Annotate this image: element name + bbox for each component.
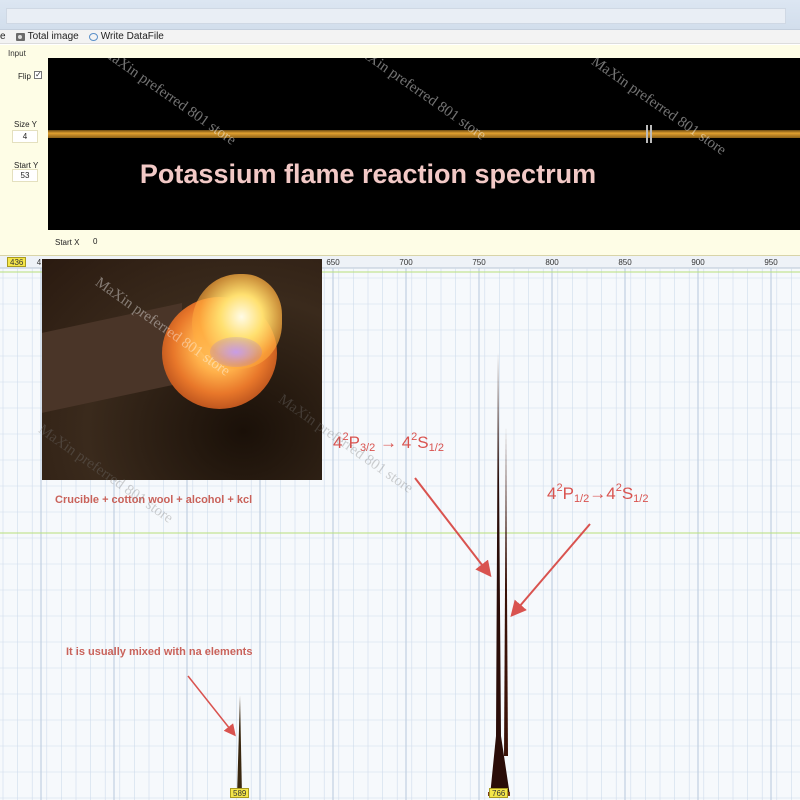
flame-photo: MaXin preferred 801 store [42, 259, 322, 480]
window-title-bar [0, 0, 800, 30]
start-x-label: Start X [55, 238, 80, 247]
write-datafile-label: Write DataFile [100, 31, 164, 42]
spectrum-plot[interactable]: 436 4 650 700 750 800 850 900 950 MaXin prefer… [0, 256, 800, 800]
tick-label: 900 [691, 258, 705, 267]
flip-label: Flip [18, 72, 31, 81]
app-window: e Total image Write DataFile Input Flip … [0, 0, 800, 800]
input-legend: Input [8, 49, 26, 58]
tick-label: 850 [618, 258, 632, 267]
page-title: Potassium flame reaction spectrum [139, 159, 597, 189]
na-note: It is usually mixed with na elements [66, 646, 253, 658]
write-icon [88, 32, 98, 41]
tick-label: 650 [326, 258, 340, 267]
transition-label-1: 42P3/2 → 42S1/2 [333, 431, 444, 454]
na-peak-tag: 589 [230, 788, 250, 798]
start-x-input[interactable]: 0 [93, 237, 97, 246]
potassium-violet-glow [210, 337, 262, 367]
toolbar-item-partial-label: e [0, 31, 6, 42]
camera-icon [15, 32, 25, 41]
sensor-spectrum-line [48, 130, 800, 138]
start-y-input[interactable]: 53 [12, 169, 38, 182]
toolbar-item-partial[interactable]: e [0, 31, 6, 42]
size-y-label: Size Y [14, 120, 37, 129]
photo-caption: Crucible + cotton wool + alcohol + kcl [55, 494, 253, 506]
total-image-label: Total image [27, 31, 79, 42]
tick-label: 700 [399, 258, 413, 267]
transition-label-2: 42P1/2→42S1/2 [547, 482, 649, 505]
toolbar: e Total image Write DataFile [0, 30, 800, 44]
input-panel: Input Flip ✓ Size Y 4 Start Y 53 Potassi… [0, 45, 800, 256]
sensor-image-view: Potassium flame reaction spectrum MaXin … [48, 58, 800, 230]
flip-checkbox[interactable]: ✓ [34, 71, 42, 79]
left-wavelength-tag: 436 [7, 257, 27, 267]
tick-label: 950 [764, 258, 778, 267]
k-peak-tag: 766 [489, 788, 509, 798]
size-y-input[interactable]: 4 [12, 130, 38, 143]
tick-label: 800 [545, 258, 559, 267]
write-datafile-button[interactable]: Write DataFile [88, 31, 164, 42]
arrow-to-na-peak [187, 675, 236, 737]
sensor-peak-marker [646, 125, 652, 143]
partial-tick-label: 4 [36, 258, 42, 267]
watermark: MaXin preferred 801 store [588, 58, 729, 159]
k-peak-secondary [504, 426, 508, 756]
tick-label: 750 [472, 258, 486, 267]
total-image-button[interactable]: Total image [15, 31, 79, 42]
